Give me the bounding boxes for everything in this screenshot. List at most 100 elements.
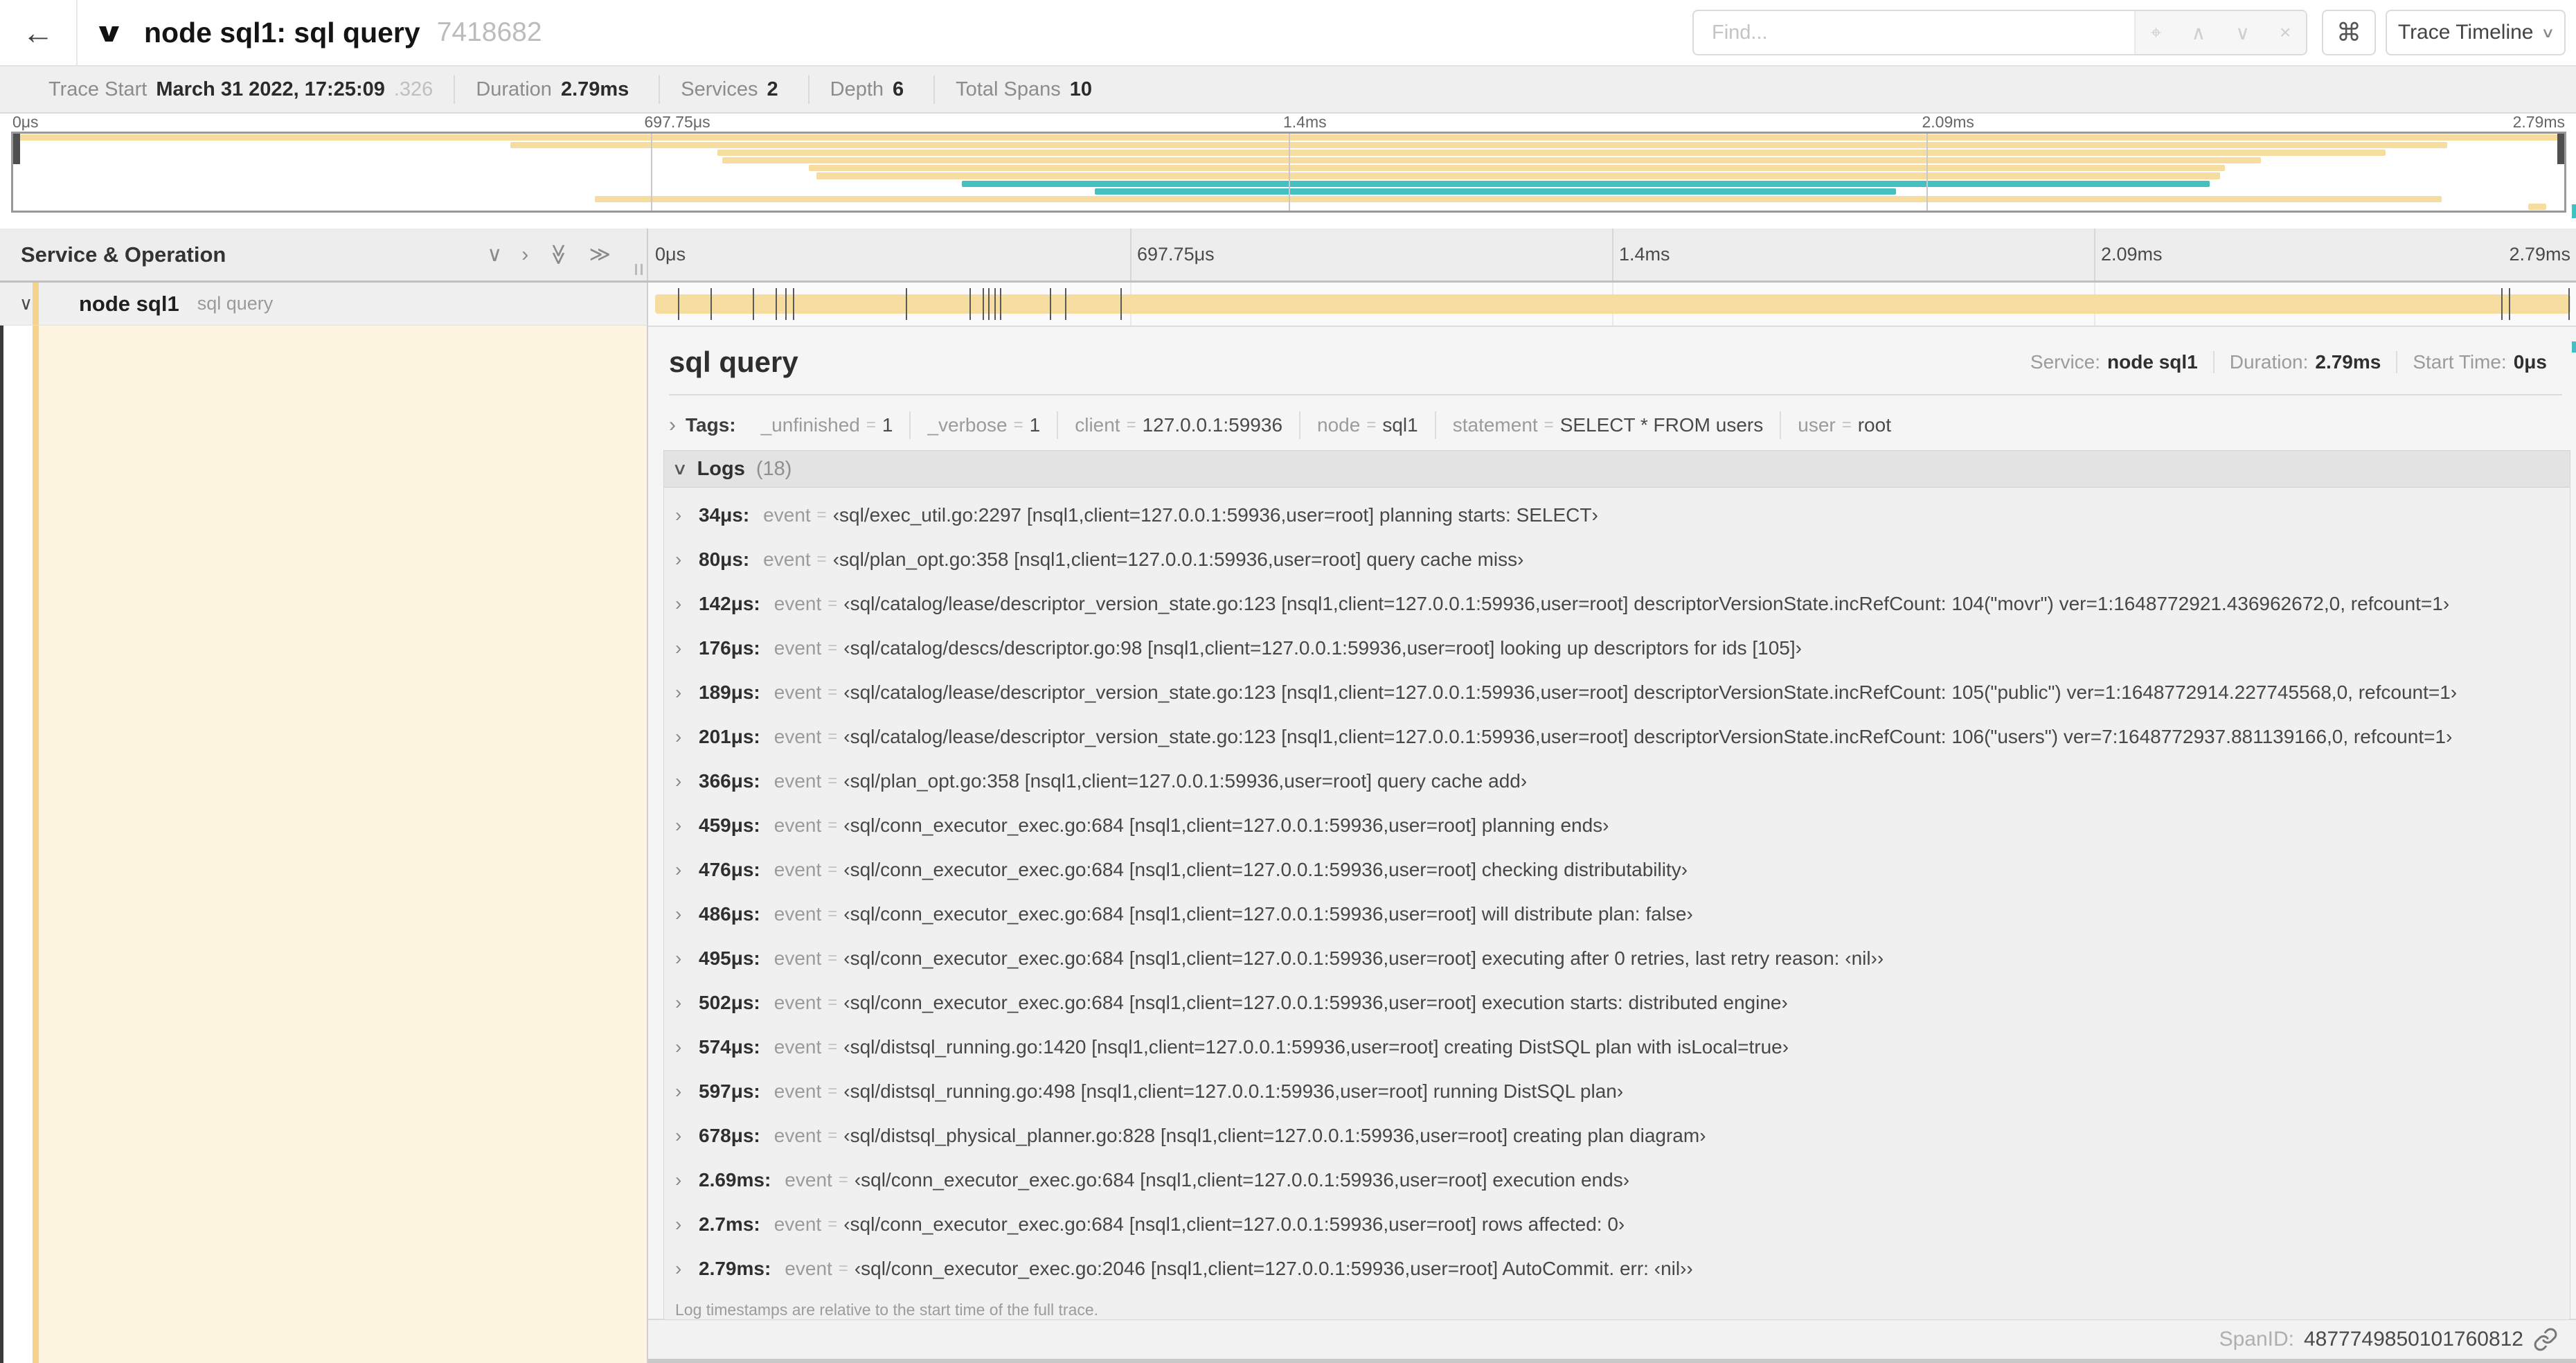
log-entry[interactable]: › 201μs: event = ‹sql/catalog/lease/desc… xyxy=(664,715,2570,759)
log-entry[interactable]: › 486μs: event = ‹sql/conn_executor_exec… xyxy=(664,892,2570,936)
expand-one-icon[interactable]: › xyxy=(521,243,528,267)
equals-sign: = xyxy=(828,1215,838,1233)
log-field-value: ‹sql/exec_util.go:2297 [nsql1,client=127… xyxy=(832,504,1598,526)
keyboard-shortcuts-button[interactable]: ⌘ xyxy=(2322,10,2376,55)
equals-sign: = xyxy=(838,1170,848,1189)
log-field-key: event xyxy=(773,770,822,792)
tag-item: _verbose = 1 xyxy=(909,411,1057,439)
log-field-key: event xyxy=(773,682,822,703)
tags-accordian[interactable]: › Tags: _unfinished = 1 _verbose = 1 cli… xyxy=(669,404,1908,446)
minimap-tick-label: 2.09ms xyxy=(1922,113,1974,131)
chevron-down-icon: ∨ xyxy=(93,18,125,48)
chevron-right-icon: › xyxy=(675,1213,682,1235)
log-field-value: ‹sql/distsql_running.go:498 [nsql1,clien… xyxy=(843,1080,1624,1102)
log-entry[interactable]: › 176μs: event = ‹sql/catalog/descs/desc… xyxy=(664,626,2570,670)
log-marker-tick xyxy=(785,288,787,320)
collapse-trace-chevron[interactable]: ∨ xyxy=(93,0,125,65)
log-entry[interactable]: › 459μs: event = ‹sql/conn_executor_exec… xyxy=(664,803,2570,848)
span-detail-title: sql query xyxy=(669,346,798,378)
find-clear-icon[interactable]: × xyxy=(2280,21,2291,44)
collapse-all-icon[interactable]: ≫ xyxy=(546,244,571,265)
logs-count: (18) xyxy=(755,457,792,480)
log-marker-tick xyxy=(982,288,984,320)
log-marker-tick xyxy=(2568,288,2570,320)
chevron-down-icon[interactable]: ∨ xyxy=(19,283,33,325)
find-next-icon[interactable]: ∨ xyxy=(2235,21,2250,44)
log-marker-tick xyxy=(776,288,778,320)
log-marker-tick xyxy=(906,288,908,320)
log-entry[interactable]: › 366μs: event = ‹sql/plan_opt.go:358 [n… xyxy=(664,759,2570,803)
column-resize-grip[interactable] xyxy=(635,264,643,275)
ruler-tick-label: 697.75μs xyxy=(1137,244,1215,265)
chevron-right-icon: › xyxy=(675,947,682,969)
equals-sign: = xyxy=(828,683,838,702)
log-entry[interactable]: › 142μs: event = ‹sql/catalog/lease/desc… xyxy=(664,582,2570,626)
chevron-right-icon: › xyxy=(675,1125,682,1146)
log-field-value: ‹sql/catalog/lease/descriptor_version_st… xyxy=(843,726,2453,747)
log-field-value: ‹sql/catalog/lease/descriptor_version_st… xyxy=(843,593,2450,614)
log-entry[interactable]: › 80μs: event = ‹sql/plan_opt.go:358 [ns… xyxy=(664,537,2570,582)
span-service-name: node sql1 xyxy=(79,291,179,316)
deep-link-icon[interactable] xyxy=(2533,1327,2558,1352)
log-marker-tick xyxy=(969,288,971,320)
log-entry[interactable]: › 574μs: event = ‹sql/distsql_running.go… xyxy=(664,1025,2570,1069)
find-input[interactable] xyxy=(1694,11,2134,54)
tag-key: _verbose xyxy=(927,414,1008,436)
minimap-tick-label: 0μs xyxy=(12,113,39,131)
log-entry[interactable]: › 2.7ms: event = ‹sql/conn_executor_exec… xyxy=(664,1202,2570,1247)
chevron-down-icon: ∨ xyxy=(672,459,688,479)
log-marker-tick xyxy=(678,288,680,320)
chevron-right-icon: › xyxy=(675,1036,682,1058)
summary-item: Total Spans 10 xyxy=(933,75,1122,104)
span-detail-meta: Service: node sql1 Duration: 2.79ms Star… xyxy=(2015,351,2562,373)
log-field-value: ‹sql/conn_executor_exec.go:684 [nsql1,cl… xyxy=(854,1169,1630,1191)
log-entry[interactable]: › 189μs: event = ‹sql/catalog/lease/desc… xyxy=(664,670,2570,715)
minimap-left-handle[interactable] xyxy=(13,134,20,164)
tag-key: client xyxy=(1075,414,1120,436)
chevron-right-icon: › xyxy=(675,859,682,880)
log-entry[interactable]: › 476μs: event = ‹sql/conn_executor_exec… xyxy=(664,848,2570,892)
expand-all-icon[interactable]: ≫ xyxy=(589,242,611,267)
logs-header[interactable]: ∨ Logs (18) xyxy=(664,451,2570,488)
find-target-icon[interactable]: ⌖ xyxy=(2151,21,2162,44)
collapse-one-icon[interactable]: ∨ xyxy=(487,242,502,267)
meta-label: Start Time: xyxy=(2413,351,2507,373)
log-field-value: ‹sql/conn_executor_exec.go:2046 [nsql1,c… xyxy=(854,1258,1693,1279)
log-entry[interactable]: › 502μs: event = ‹sql/conn_executor_exec… xyxy=(664,981,2570,1025)
minimap-canvas[interactable] xyxy=(11,132,2566,213)
span-detail-header[interactable]: sql query Service: node sql1 Duration: 2… xyxy=(669,335,2562,389)
span-row: ∨ node sql1 sql query xyxy=(0,283,2576,326)
minimap-right-handle[interactable] xyxy=(2557,134,2564,164)
minimap-span-bar xyxy=(2528,203,2547,210)
log-timestamp: 495μs: xyxy=(699,947,760,969)
command-icon: ⌘ xyxy=(2336,18,2361,46)
log-entry[interactable]: › 495μs: event = ‹sql/conn_executor_exec… xyxy=(664,936,2570,981)
span-row-name-cell[interactable]: ∨ node sql1 sql query xyxy=(0,283,648,326)
meta-value: node sql1 xyxy=(2107,351,2198,373)
log-entry[interactable]: › 2.79ms: event = ‹sql/conn_executor_exe… xyxy=(664,1247,2570,1291)
log-timestamp: 502μs: xyxy=(699,992,760,1013)
log-entry[interactable]: › 678μs: event = ‹sql/distsql_physical_p… xyxy=(664,1114,2570,1158)
jaeger-trace-page: ← ∨ node sql1: sql query 7418682 ⌖ ∧ ∨ ×… xyxy=(0,0,2576,1363)
service-color-stripe xyxy=(33,326,39,1363)
minimap-span-bar xyxy=(1095,188,1896,195)
summary-item: Trace Start March 31 2022, 17:25:09 .326 xyxy=(28,75,454,104)
summary-item: Depth 6 xyxy=(807,75,934,104)
logs-title: Logs xyxy=(697,457,745,480)
back-button[interactable]: ← xyxy=(0,0,78,65)
trace-view-selector[interactable]: Trace Timeline ∨ xyxy=(2386,10,2566,55)
ruler-tick-label: 0μs xyxy=(655,244,686,265)
minimap-tick-label: 697.75μs xyxy=(644,113,710,131)
log-entry[interactable]: › 597μs: event = ‹sql/distsql_running.go… xyxy=(664,1069,2570,1114)
log-field-value: ‹sql/conn_executor_exec.go:684 [nsql1,cl… xyxy=(843,947,1884,969)
log-field-key: event xyxy=(773,726,822,747)
timeline-column-header: Service & Operation ∨ › ≫ ≫ 0μs 697.75μs 1.4m… xyxy=(0,229,2576,283)
log-timestamp: 142μs: xyxy=(699,593,760,614)
equals-sign: = xyxy=(1013,416,1023,434)
logs-list: › 34μs: event = ‹sql/exec_util.go:2297 [… xyxy=(664,488,2570,1291)
log-entry[interactable]: › 2.69ms: event = ‹sql/conn_executor_exe… xyxy=(664,1158,2570,1202)
find-prev-icon[interactable]: ∧ xyxy=(2192,21,2206,44)
log-entry[interactable]: › 34μs: event = ‹sql/exec_util.go:2297 [… xyxy=(664,493,2570,537)
trace-summary-bar: Trace Start March 31 2022, 17:25:09 .326… xyxy=(0,66,2576,114)
tag-value: root xyxy=(1857,414,1891,436)
